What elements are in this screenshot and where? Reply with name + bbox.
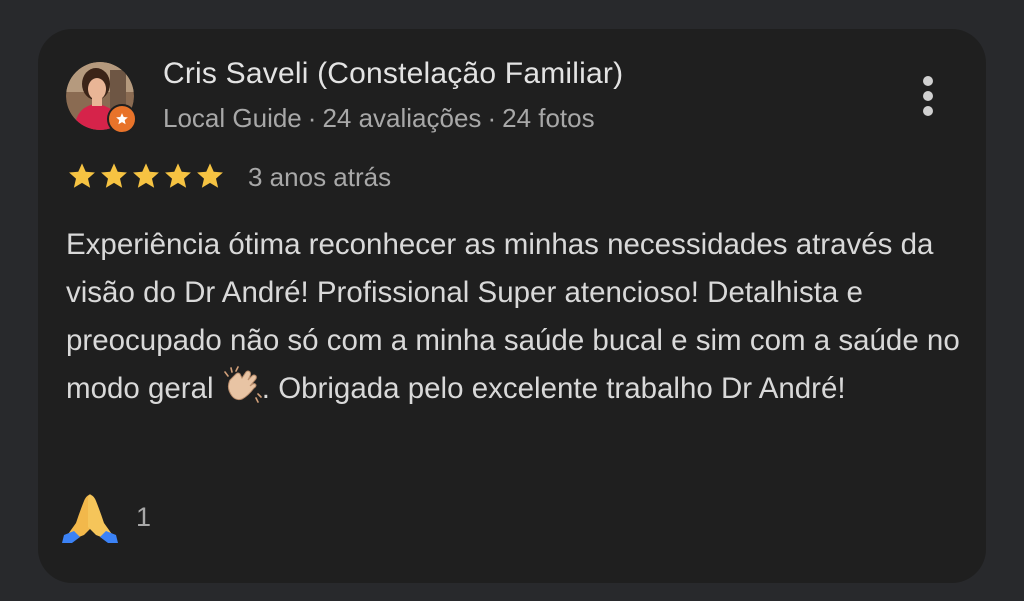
avatar[interactable] bbox=[66, 62, 137, 134]
star-icon bbox=[69, 163, 95, 188]
meta-separator: · bbox=[487, 103, 497, 133]
clapping-hands-icon bbox=[222, 366, 262, 419]
star-rating bbox=[66, 160, 226, 194]
star-icon bbox=[133, 163, 159, 188]
reaction-button[interactable]: 1 bbox=[62, 491, 151, 543]
reviewer-level: Local Guide bbox=[163, 103, 302, 133]
more-vert-icon[interactable] bbox=[914, 71, 942, 121]
reaction-count: 1 bbox=[136, 501, 152, 532]
reviewer-meta[interactable]: Local Guide · 24 avaliações · 24 fotos bbox=[163, 103, 595, 134]
reviewer-name[interactable]: Cris Saveli (Constelação Familiar) bbox=[163, 57, 623, 91]
star-badge-icon bbox=[107, 104, 137, 134]
review-time: 3 anos atrás bbox=[248, 162, 392, 192]
folded-hands-icon bbox=[62, 494, 118, 543]
review-text: Experiência ótima reconhecer as minhas n… bbox=[66, 221, 966, 419]
star-icon bbox=[197, 163, 223, 188]
star-icon bbox=[165, 163, 191, 188]
review-count: 24 avaliações bbox=[322, 103, 482, 133]
review-text-part2: . Obrigada pelo excelente trabalho Dr An… bbox=[261, 372, 846, 405]
review-card: Cris Saveli (Constelação Familiar) Local… bbox=[38, 29, 986, 583]
star-icon bbox=[101, 163, 127, 188]
photo-count: 24 fotos bbox=[502, 103, 595, 133]
meta-separator: · bbox=[307, 103, 317, 133]
